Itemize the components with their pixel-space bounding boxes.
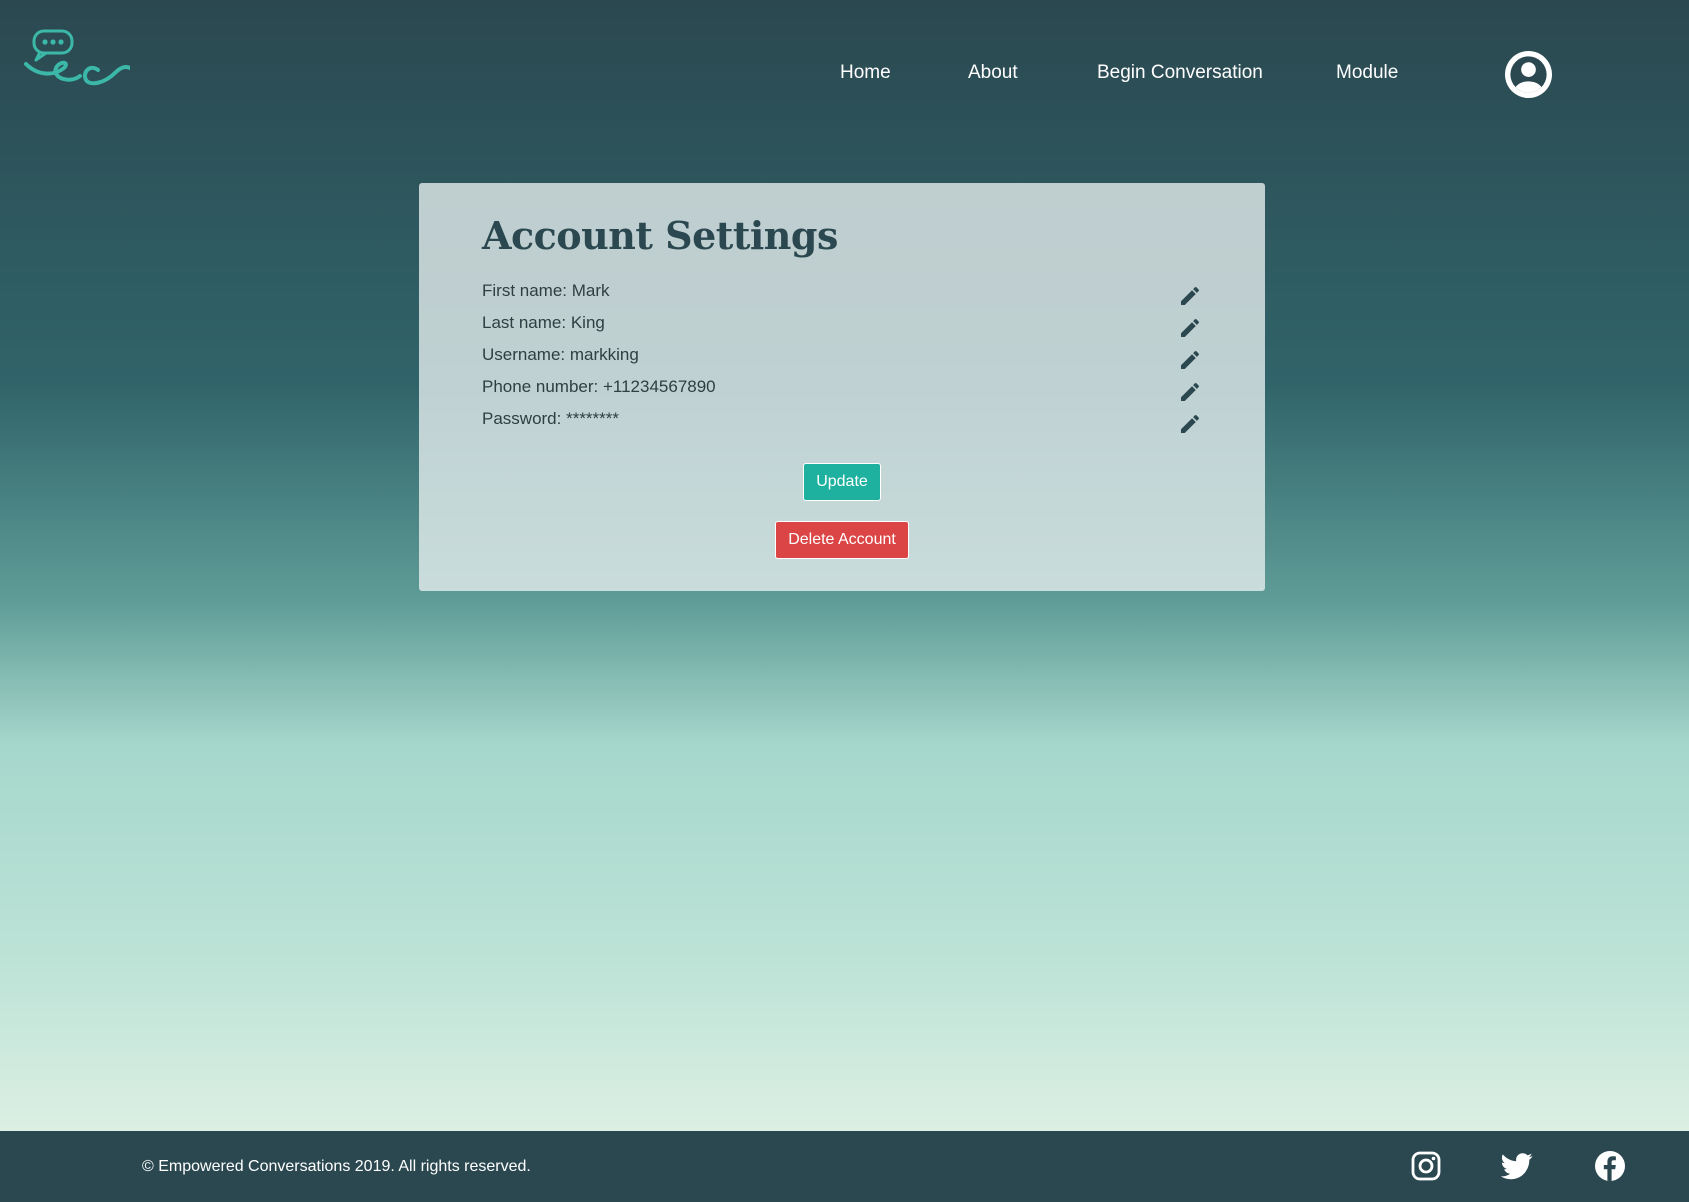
page-title: Account Settings <box>482 213 838 258</box>
pencil-icon[interactable] <box>1178 316 1202 340</box>
field-row-last-name: Last name: King <box>482 313 1202 341</box>
password-text: Password: ******** <box>482 409 620 428</box>
pencil-icon[interactable] <box>1178 412 1202 436</box>
nav-begin-conversation-link[interactable]: Begin Conversation <box>1097 62 1263 84</box>
account-settings-card: Account Settings First name: Mark Last n… <box>419 183 1265 591</box>
site-header: Home About Begin Conversation Module <box>0 0 1689 140</box>
username-text: Username: markking <box>482 345 639 364</box>
last-name-text: Last name: King <box>482 313 605 332</box>
phone-number-text: Phone number: +11234567890 <box>482 377 716 396</box>
facebook-icon[interactable] <box>1594 1150 1626 1182</box>
field-row-first-name: First name: Mark <box>482 281 1202 309</box>
delete-account-button[interactable]: Delete Account <box>775 521 909 559</box>
update-button[interactable]: Update <box>803 463 881 501</box>
site-footer: © Empowered Conversations 2019. All righ… <box>0 1131 1689 1202</box>
copyright-text: © Empowered Conversations 2019. All righ… <box>142 1158 531 1175</box>
instagram-icon[interactable] <box>1410 1150 1442 1182</box>
nav-module-link[interactable]: Module <box>1336 62 1398 84</box>
pencil-icon[interactable] <box>1178 284 1202 308</box>
first-name-text: First name: Mark <box>482 281 610 300</box>
nav-home-link[interactable]: Home <box>840 62 891 84</box>
twitter-icon[interactable] <box>1501 1150 1533 1182</box>
nav-about-link[interactable]: About <box>968 62 1018 84</box>
pencil-icon[interactable] <box>1178 348 1202 372</box>
field-row-username: Username: markking <box>482 345 1202 373</box>
field-row-password: Password: ******** <box>482 409 1202 437</box>
field-row-phone: Phone number: +11234567890 <box>482 377 1202 405</box>
user-avatar-icon[interactable] <box>1505 51 1552 98</box>
pencil-icon[interactable] <box>1178 380 1202 404</box>
chat-bubble-logo[interactable] <box>24 28 130 92</box>
